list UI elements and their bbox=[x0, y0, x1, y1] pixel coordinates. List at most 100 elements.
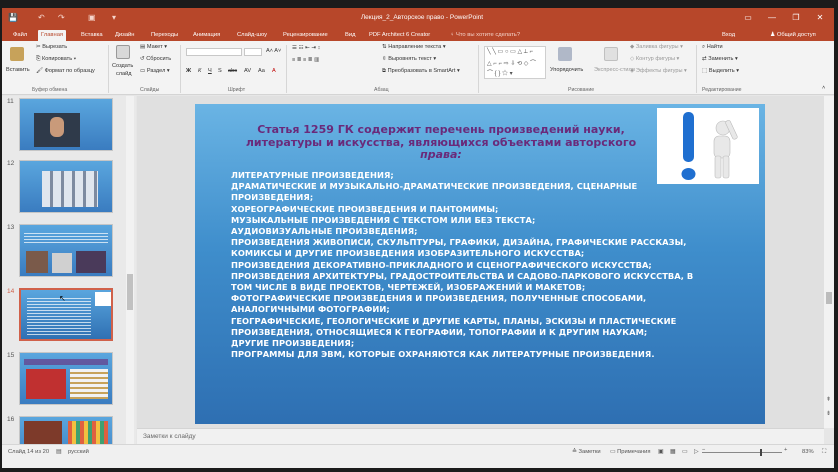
slide-thumbnail-14[interactable]: ↖ bbox=[19, 288, 113, 341]
shape-outline-button[interactable]: ◇ Контур фигуры ▾ bbox=[630, 56, 679, 62]
shape-effects-button[interactable]: ◈ Эффекты фигуры ▾ bbox=[630, 68, 687, 74]
tell-me-text: Что вы хотите сделать? bbox=[455, 32, 521, 38]
section-button[interactable]: ▭ Раздел ▾ bbox=[140, 68, 170, 74]
notes-pane[interactable]: Заметки к слайду bbox=[137, 428, 824, 444]
customize-qat-icon[interactable]: ▾ bbox=[112, 13, 116, 22]
align-icon[interactable]: ≡ ≣ ≡ ≣ ▥ bbox=[292, 57, 319, 63]
zoom-in-icon[interactable]: + bbox=[784, 447, 787, 453]
align-text-button[interactable]: ⇳ Выровнять текст ▾ bbox=[382, 56, 436, 62]
tab-design[interactable]: Дизайн bbox=[112, 30, 138, 41]
strikethrough-button[interactable]: abc bbox=[228, 68, 237, 74]
tab-review[interactable]: Рецензирование bbox=[280, 30, 331, 41]
slide-list-item: КОМИКСЫ И ДРУГИЕ ПРОИЗВЕДЕНИЯ ИЗОБРАЗИТЕ… bbox=[231, 248, 585, 259]
slide-list-item: ДРАМАТИЧЕСКИЕ И МУЗЫКАЛЬНО-ДРАМАТИЧЕСКИЕ… bbox=[231, 181, 638, 192]
tab-file[interactable]: Файл bbox=[10, 30, 30, 41]
slide-thumbnail-15[interactable] bbox=[19, 352, 113, 405]
text-direction-button[interactable]: ⇅ Направление текста ▾ bbox=[382, 44, 446, 50]
comments-toggle[interactable]: ▭ Примечания bbox=[610, 449, 651, 455]
zoom-slider-thumb[interactable] bbox=[760, 449, 762, 456]
share-button[interactable]: ♟ Общий доступ bbox=[770, 30, 816, 41]
slideshow-view-icon[interactable]: ▷ bbox=[694, 449, 698, 455]
layout-button[interactable]: ▤ Макет ▾ bbox=[140, 44, 167, 50]
tab-animations[interactable]: Анимация bbox=[190, 30, 223, 41]
minimize-icon[interactable]: — bbox=[762, 11, 782, 25]
copy-button[interactable]: ⎘ Копировать ▾ bbox=[36, 56, 76, 63]
prev-slide-icon[interactable]: ⇞ bbox=[826, 396, 831, 403]
new-slide-label-1[interactable]: Создать bbox=[112, 63, 133, 69]
tab-insert[interactable]: Вставка bbox=[78, 30, 106, 41]
ribbon-display-icon[interactable]: ▭ bbox=[738, 11, 758, 25]
redo-icon[interactable]: ↷ bbox=[58, 13, 65, 22]
slide-thumbnail-13[interactable] bbox=[19, 224, 113, 277]
tab-transitions[interactable]: Переходы bbox=[148, 30, 181, 41]
slide-title-line: Статья 1259 ГК содержит перечень произве… bbox=[257, 123, 625, 136]
char-spacing-button[interactable]: AV bbox=[244, 68, 251, 74]
close-icon[interactable]: ✕ bbox=[810, 11, 830, 25]
arrange-icon[interactable] bbox=[558, 47, 572, 61]
tab-slideshow[interactable]: Слайд-шоу bbox=[234, 30, 270, 41]
slide-list-item: ХОРЕОГРАФИЧЕСКИЕ ПРОИЗВЕДЕНИЯ И ПАНТОМИМ… bbox=[231, 203, 499, 214]
normal-view-icon[interactable]: ▣ bbox=[658, 449, 663, 455]
tab-view[interactable]: Вид bbox=[342, 30, 359, 41]
shape-fill-button[interactable]: ◆ Заливка фигуры ▾ bbox=[630, 44, 683, 50]
slide-list-item: ГЕОГРАФИЧЕСКИЕ, ГЕОЛОГИЧЕСКИЕ И ДРУГИЕ К… bbox=[231, 315, 677, 326]
font-name-field[interactable] bbox=[186, 48, 242, 56]
slide-scrollbar[interactable]: ⇞ ⇟ bbox=[824, 96, 834, 428]
bullets-icon[interactable]: ☰ ☷ ⇤ ⇥ ↕ bbox=[292, 45, 320, 51]
next-slide-icon[interactable]: ⇟ bbox=[826, 410, 831, 417]
quick-styles-button[interactable]: Экспресс-стили bbox=[594, 67, 635, 73]
start-slideshow-icon[interactable]: ▣ bbox=[88, 13, 96, 22]
restore-icon[interactable]: ❐ bbox=[786, 11, 806, 25]
tab-pdf-architect[interactable]: PDF Architect 6 Creator bbox=[366, 30, 433, 41]
slide-thumbnail-11[interactable] bbox=[19, 98, 113, 151]
thumb-number: 13 bbox=[7, 224, 15, 231]
collapse-ribbon-icon[interactable]: ˄ bbox=[822, 85, 825, 91]
sign-in-link[interactable]: Вход bbox=[722, 30, 735, 41]
replace-button[interactable]: ⇄ Заменить ▾ bbox=[702, 56, 738, 62]
slide-title-line: права: bbox=[420, 148, 462, 161]
slide-title[interactable]: Статья 1259 ГК содержит перечень произве… bbox=[221, 123, 661, 162]
save-icon[interactable]: 💾 bbox=[8, 13, 18, 22]
shadow-button[interactable]: S bbox=[218, 68, 222, 74]
new-slide-label-2[interactable]: слайд bbox=[116, 71, 132, 77]
find-button[interactable]: ⌕ Найти bbox=[702, 44, 723, 51]
new-slide-icon[interactable] bbox=[116, 45, 130, 59]
tab-home[interactable]: Главная bbox=[38, 30, 67, 41]
language-indicator[interactable]: русский bbox=[68, 449, 89, 455]
paste-button[interactable]: Вставить bbox=[6, 67, 30, 73]
ribbon-tabs: Файл Главная Вставка Дизайн Переходы Ани… bbox=[2, 28, 834, 41]
slide-list-item: ПРОИЗВЕДЕНИЯ ДЕКОРАТИВНО-ПРИКЛАДНОГО И С… bbox=[231, 259, 652, 270]
format-painter-button[interactable]: 🖌 Формат по образцу bbox=[36, 68, 95, 74]
undo-icon[interactable]: ↶ bbox=[38, 13, 45, 22]
spellcheck-icon[interactable]: ▤ bbox=[56, 449, 61, 455]
group-drawing: Рисование bbox=[568, 87, 595, 93]
shapes-gallery[interactable]: ╲ ╲ ▭ ○ ▭ △ ⟂ ⌐ △ ⌐ ⌐ ⇨ ⇩ ⟲ ◇ ⌒ ⌒ { } ☆ … bbox=[484, 46, 546, 79]
tell-me-search[interactable]: ♀ Что вы хотите сделать? bbox=[450, 30, 520, 41]
smartart-button[interactable]: ⧉ Преобразовать в SmartArt ▾ bbox=[382, 68, 460, 75]
zoom-slider[interactable] bbox=[702, 452, 782, 453]
thumbnail-scrollbar[interactable] bbox=[126, 96, 134, 444]
quick-styles-icon[interactable] bbox=[604, 47, 618, 61]
notes-toggle[interactable]: ≙ Заметки bbox=[572, 449, 601, 455]
fit-slide-icon[interactable]: ⛶ bbox=[822, 449, 826, 456]
select-button[interactable]: ⬚ Выделить ▾ bbox=[702, 68, 739, 74]
bold-button[interactable]: Ж bbox=[186, 68, 191, 74]
change-case-button[interactable]: Aa bbox=[258, 68, 265, 74]
slide-thumbnail-12[interactable] bbox=[19, 160, 113, 213]
zoom-level[interactable]: 83% bbox=[802, 449, 814, 455]
cut-button[interactable]: ✂ Вырезать bbox=[36, 44, 67, 50]
slide-list-item: ЛИТЕРАТУРНЫЕ ПРОИЗВЕДЕНИЯ; bbox=[231, 170, 394, 180]
font-color-button[interactable]: A bbox=[272, 68, 276, 74]
paste-icon[interactable] bbox=[10, 47, 24, 61]
underline-button[interactable]: Ч bbox=[208, 68, 212, 74]
reset-button[interactable]: ↺ Сбросить bbox=[140, 56, 171, 62]
grow-font-icon[interactable]: A˄ A˅ bbox=[266, 48, 281, 54]
arrange-button[interactable]: Упорядочить bbox=[550, 67, 583, 73]
font-size-field[interactable] bbox=[244, 48, 262, 56]
slide-sorter-icon[interactable]: ▦ bbox=[670, 449, 675, 455]
current-slide[interactable]: Статья 1259 ГК содержит перечень произве… bbox=[195, 104, 765, 424]
slide-body-text[interactable]: ЛИТЕРАТУРНЫЕ ПРОИЗВЕДЕНИЯ; ДРАМАТИЧЕСКИЕ … bbox=[231, 170, 731, 360]
thumb-number: 11 bbox=[7, 98, 14, 105]
italic-button[interactable]: К bbox=[198, 68, 201, 74]
reading-view-icon[interactable]: ▭ bbox=[682, 449, 687, 455]
